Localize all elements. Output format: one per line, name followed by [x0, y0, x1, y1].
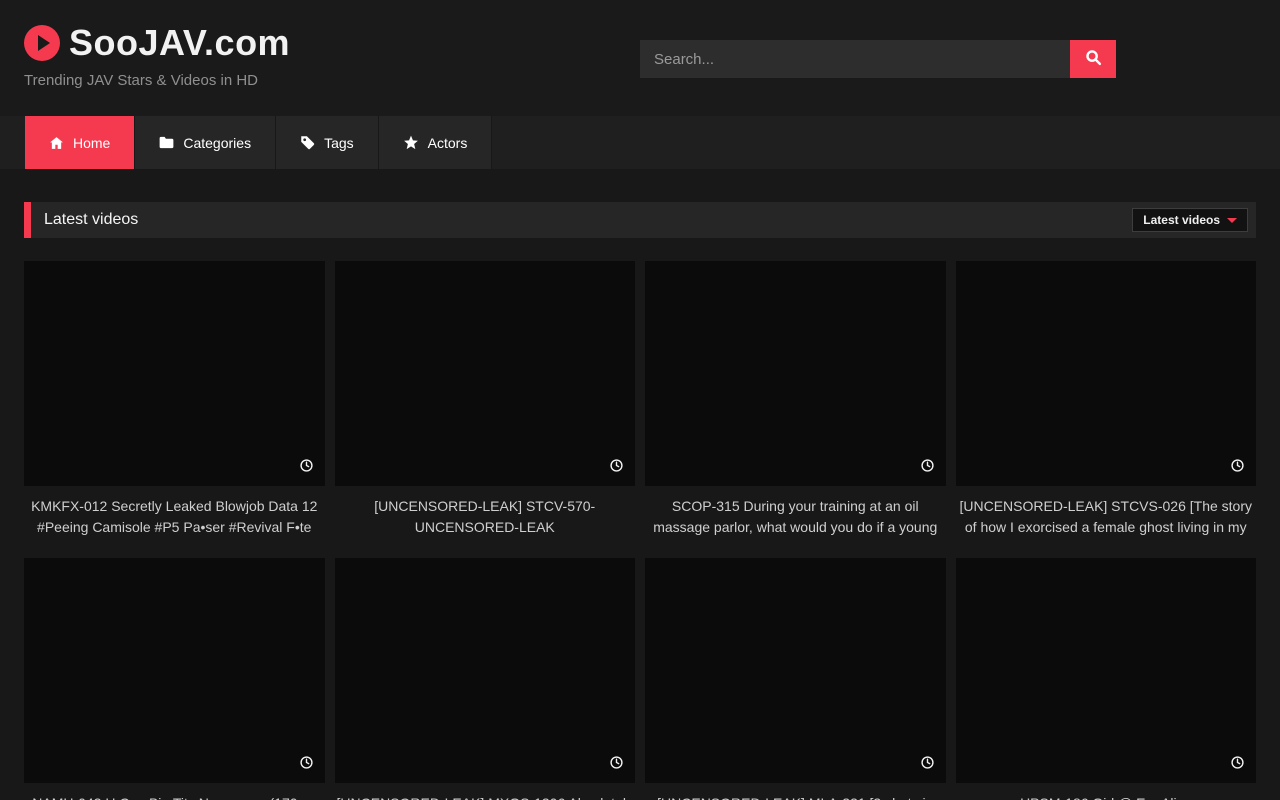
clock-icon [610, 459, 623, 477]
nav-item-label: Home [73, 135, 110, 151]
video-thumbnail[interactable] [24, 558, 325, 783]
video-title[interactable]: KMKFX-012 Secretly Leaked Blowjob Data 1… [24, 496, 325, 538]
site-header: SooJAV.com Trending JAV Stars & Videos i… [0, 0, 1280, 116]
sort-dropdown-button[interactable]: Latest videos [1132, 208, 1248, 232]
play-circle-icon [24, 25, 60, 61]
video-title[interactable]: [UNCENSORED-LEAK] MLA-231 [3 shots in [645, 793, 946, 800]
main-content: Latest videos Latest videos KMKFX-012 Se… [24, 202, 1256, 800]
search-icon [1085, 49, 1102, 69]
video-title[interactable]: HPSM-186 Girl @ Era Alice [956, 793, 1257, 800]
section-header: Latest videos Latest videos [24, 202, 1256, 238]
star-icon [403, 135, 419, 150]
clock-icon [610, 756, 623, 774]
sort-dropdown-label: Latest videos [1143, 213, 1220, 227]
home-icon [49, 136, 64, 150]
video-title[interactable]: SCOP-315 During your training at an oil … [645, 496, 946, 538]
video-title[interactable]: [UNCENSORED-LEAK] STCVS-026 [The story o… [956, 496, 1257, 538]
video-title[interactable]: [UNCENSORED-LEAK] MXGS-1306 Absolutely [335, 793, 636, 800]
section-title: Latest videos [44, 211, 138, 229]
clock-icon [921, 756, 934, 774]
video-card[interactable]: [UNCENSORED-LEAK] MLA-231 [3 shots in [645, 558, 946, 800]
nav-item-label: Actors [428, 135, 468, 151]
clock-icon [300, 756, 313, 774]
nav-item-label: Categories [183, 135, 251, 151]
video-grid: KMKFX-012 Secretly Leaked Blowjob Data 1… [24, 261, 1256, 800]
clock-icon [921, 459, 934, 477]
nav-item-label: Tags [324, 135, 354, 151]
video-title[interactable]: NAMH-043 H Cup Big Tits Newcomer (170cm … [24, 793, 325, 800]
video-thumbnail[interactable] [335, 261, 636, 486]
search-form [640, 40, 1116, 78]
video-card[interactable]: [UNCENSORED-LEAK] STCVS-026 [The story o… [956, 261, 1257, 538]
video-thumbnail[interactable] [645, 558, 946, 783]
clock-icon [1231, 756, 1244, 774]
video-card[interactable]: HPSM-186 Girl @ Era Alice [956, 558, 1257, 800]
site-tagline: Trending JAV Stars & Videos in HD [24, 72, 258, 89]
site-logo[interactable]: SooJAV.com [24, 22, 290, 64]
video-thumbnail[interactable] [335, 558, 636, 783]
video-thumbnail[interactable] [956, 558, 1257, 783]
video-card[interactable]: SCOP-315 During your training at an oil … [645, 261, 946, 538]
video-thumbnail[interactable] [956, 261, 1257, 486]
video-card[interactable]: NAMH-043 H Cup Big Tits Newcomer (170cm … [24, 558, 325, 800]
main-navbar: Home Categories Tags Actors [0, 116, 1280, 169]
nav-item-tags[interactable]: Tags [276, 116, 379, 169]
folder-icon [159, 136, 174, 149]
logo-text: SooJAV.com [69, 22, 290, 64]
video-card[interactable]: KMKFX-012 Secretly Leaked Blowjob Data 1… [24, 261, 325, 538]
caret-down-icon [1227, 218, 1237, 223]
search-button[interactable] [1070, 40, 1116, 78]
nav-item-categories[interactable]: Categories [135, 116, 276, 169]
nav-item-home[interactable]: Home [25, 116, 135, 169]
nav-item-actors[interactable]: Actors [379, 116, 493, 169]
clock-icon [1231, 459, 1244, 477]
clock-icon [300, 459, 313, 477]
tag-icon [300, 135, 315, 150]
video-card[interactable]: [UNCENSORED-LEAK] STCV-570-UNCENSORED-LE… [335, 261, 636, 538]
video-title[interactable]: [UNCENSORED-LEAK] STCV-570-UNCENSORED-LE… [335, 496, 636, 538]
video-thumbnail[interactable] [645, 261, 946, 486]
video-card[interactable]: [UNCENSORED-LEAK] MXGS-1306 Absolutely [335, 558, 636, 800]
search-input[interactable] [640, 40, 1070, 78]
video-thumbnail[interactable] [24, 261, 325, 486]
